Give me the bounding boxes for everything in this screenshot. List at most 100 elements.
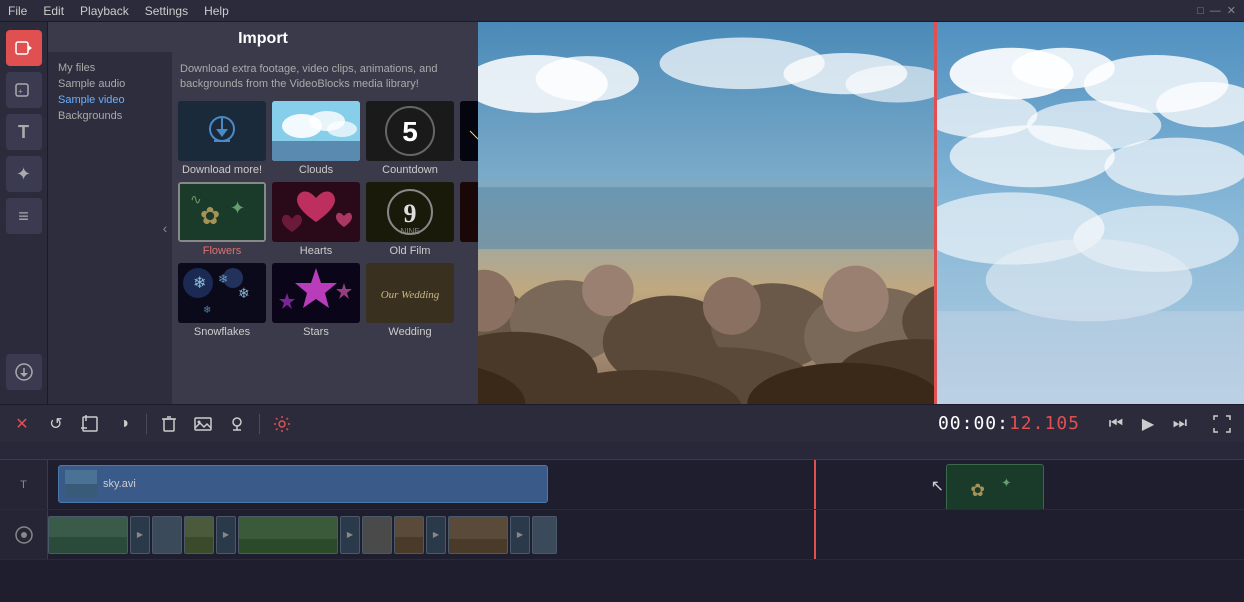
import-description: Download extra footage, video clips, ani… [172,58,472,101]
broll-btn-1[interactable]: ▶ [130,516,150,554]
svg-text:5: 5 [402,116,418,147]
video-clip-sky[interactable]: sky.avi [58,465,548,503]
time-base: 00:00: [938,413,1009,434]
media-label-clouds: Clouds [299,164,333,176]
fullscreen-btn[interactable] [1208,410,1236,438]
svg-text:Our Wedding: Our Wedding [381,289,440,301]
audio-btn[interactable] [223,410,251,438]
broll-btn-3[interactable]: ▶ [340,516,360,554]
sidebar-samplevideo[interactable]: Sample video [54,92,152,108]
image-btn[interactable] [189,410,217,438]
media-item-wedding[interactable]: Our Wedding Wedding [366,263,454,338]
svg-text:9: 9 [404,199,417,228]
menu-file[interactable]: File [8,4,27,18]
broll-clip-7[interactable] [448,516,508,554]
media-thumb-fireworks [460,101,478,161]
menu-edit[interactable]: Edit [43,4,64,18]
video-track-label: T [0,460,48,509]
preview-left [478,22,934,404]
media-thumb-hearts [272,182,360,242]
svg-text:❄: ❄ [238,285,250,301]
video-tool-btn[interactable] [6,30,42,66]
broll-clip-4[interactable] [238,516,338,554]
broll-clip-6[interactable] [394,516,424,554]
settings-gear-btn[interactable] [268,410,296,438]
svg-text:NINE: NINE [400,227,419,236]
toolbar-separator-1 [146,414,147,434]
playback-controls: ⏮ ▶ ⏭ [1102,410,1194,438]
media-item-oldfilm[interactable]: 9 NINE Old Film [366,182,454,257]
media-thumb-presents [460,182,478,242]
media-item-stars[interactable]: Stars [272,263,360,338]
broll-clip-3[interactable] [184,516,214,554]
sidebar-sampleaudio[interactable]: Sample audio [54,76,152,92]
media-label-download: Download more! [182,164,262,176]
equalizer-tool-btn[interactable]: ≡ [6,198,42,234]
media-thumb-flowers: ✿ ✦ ∿ [178,182,266,242]
media-item-countdown[interactable]: 5 Countdown [366,101,454,176]
media-item-download[interactable]: Download more! [178,101,266,176]
svg-text:✦: ✦ [1001,476,1011,490]
undo-btn[interactable]: ↺ [42,410,70,438]
media-label-wedding: Wedding [388,326,431,338]
color-tool-btn[interactable]: ✦ [6,156,42,192]
media-item-flowers[interactable]: ✿ ✦ ∿ Flowers [178,182,266,257]
media-grid: Download more! [172,101,472,344]
import-tool-btn[interactable]: + [6,72,42,108]
broll-btn-4[interactable]: ▶ [426,516,446,554]
cursor-indicator: ↖ [931,476,944,496]
import-panel: Import My files Sample audio Sample vide… [48,22,478,404]
flowers-timeline-clip[interactable]: ✿ ✦ Flowers [946,464,1044,509]
time-display: 00:00:12.105 [938,413,1080,434]
toolbar-separator-2 [259,414,260,434]
broll-btn-5[interactable]: ▶ [510,516,530,554]
play-btn[interactable]: ▶ [1134,410,1162,438]
import-title: Import [48,22,478,52]
video-track-row: T sky.avi ✿ [0,460,1244,510]
sidebar-myfiles[interactable]: My files [54,60,152,76]
left-toolbar: + T ✦ ≡ [0,22,48,404]
media-label-oldfilm: Old Film [390,245,431,257]
media-item-clouds[interactable]: Clouds [272,101,360,176]
media-thumb-clouds [272,101,360,161]
svg-text:✿: ✿ [970,480,985,500]
media-item-snowflakes[interactable]: ❄ ❄ ❄ ❄ Snowflakes [178,263,266,338]
collapse-panel-btn[interactable]: ‹ [158,52,172,404]
close-btn[interactable]: ✕ [8,410,36,438]
svg-text:✦: ✦ [230,198,245,218]
media-thumb-wedding: Our Wedding [366,263,454,323]
svg-text:❄: ❄ [193,275,206,292]
media-item-hearts[interactable]: Hearts [272,182,360,257]
broll-track-row: ▶ ▶ ▶ [0,510,1244,560]
broll-btn-2[interactable]: ▶ [216,516,236,554]
next-btn[interactable]: ⏭ [1166,410,1194,438]
svg-text:+: + [18,87,23,96]
preview-right [934,22,1244,404]
video-track-content: sky.avi ✿ ✦ Flowers ↖ [48,460,1244,509]
prev-btn[interactable]: ⏮ [1102,410,1130,438]
menu-settings[interactable]: Settings [145,4,188,18]
media-thumb-snowflakes: ❄ ❄ ❄ ❄ [178,263,266,323]
menu-playback[interactable]: Playback [80,4,129,18]
broll-clip-5[interactable] [362,516,392,554]
media-thumb-countdown: 5 [366,101,454,161]
delete-btn[interactable] [155,410,183,438]
media-item-fireworks[interactable]: Fireworks [460,101,478,176]
broll-clip-2[interactable] [152,516,182,554]
menu-help[interactable]: Help [204,4,229,18]
export-tool-btn[interactable] [6,354,42,390]
svg-text:❄: ❄ [203,305,211,316]
sidebar-backgrounds[interactable]: Backgrounds [54,108,152,124]
crop-btn[interactable] [76,410,104,438]
media-thumb-stars [272,263,360,323]
brightness-btn[interactable]: ◑ [110,410,138,438]
toolbar: ✕ ↺ ◑ 00:00:12.105 ⏮ ▶ ⏭ [0,404,1244,442]
timeline-ruler[interactable]: 00:00:00 00:00:01 00:00:02 00:00:03 00:0… [0,442,1244,460]
text-tool-btn[interactable]: T [6,114,42,150]
menubar: File Edit Playback Settings Help □ — ✕ [0,0,1244,22]
svg-text:∿: ∿ [190,191,202,207]
broll-clip-8[interactable] [532,516,557,554]
broll-clip-1[interactable] [48,516,128,554]
svg-text:❄: ❄ [218,272,228,286]
media-item-presents[interactable]: Presents [460,182,478,257]
